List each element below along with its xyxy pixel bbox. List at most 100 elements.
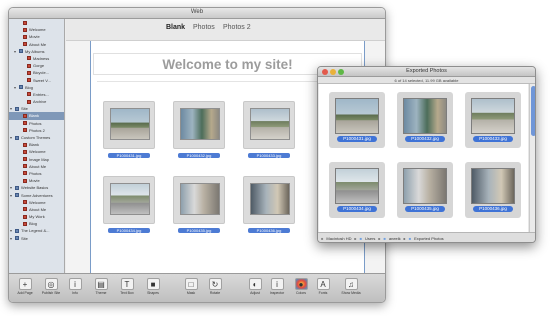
disclosure-triangle-icon[interactable]: ▾ — [10, 192, 12, 199]
sidebar-item[interactable]: Gorge — [9, 62, 64, 69]
sidebar-item[interactable]: Blank — [9, 141, 64, 148]
sidebar-item[interactable]: About Me — [9, 163, 64, 170]
sidebar-item-label: Sweet V... — [33, 77, 51, 83]
adjust-button[interactable]: ◐ Adjust — [245, 278, 265, 302]
photo-file[interactable]: P1000434.jpg — [329, 162, 385, 218]
photos-grid[interactable]: P1000431.jpg P1000432.jpg P1000433.jpg P100… — [319, 84, 528, 232]
page-icon — [23, 142, 27, 147]
path-segment[interactable]: Users — [365, 236, 375, 241]
photo-caption[interactable]: P1000431.jpg — [108, 153, 150, 158]
add-page-button[interactable]: + Add Page — [15, 278, 35, 302]
disclosure-triangle-icon[interactable]: ▾ — [10, 235, 12, 242]
path-segment[interactable]: aneelk — [389, 236, 401, 241]
sidebar-item[interactable]: Welcome — [9, 148, 64, 155]
photo-image — [180, 108, 220, 140]
toolbar-button-label: Shapes — [147, 291, 159, 295]
path-segment[interactable]: Macintosh HD — [326, 236, 351, 241]
sidebar-item[interactable]: Welcome — [9, 26, 64, 33]
sidebar-group[interactable]: ▾ Site — [9, 105, 64, 112]
photo-filename[interactable]: P1000433.jpg — [473, 136, 513, 142]
photo-placeholder[interactable]: P1000436.jpg — [243, 176, 295, 233]
exported-photos-window: Exported Photos 6 of 14 selected, 11.99 … — [317, 66, 536, 243]
mask-button[interactable]: □ Mask — [181, 278, 201, 302]
photo-placeholder[interactable]: P1000433.jpg — [243, 101, 295, 158]
sidebar-item[interactable]: Photos — [9, 120, 64, 127]
sidebar-item[interactable]: My Work — [9, 213, 64, 220]
photo-filename[interactable]: P1000431.jpg — [337, 136, 377, 142]
photo-file[interactable]: P1000433.jpg — [465, 92, 521, 148]
vertical-scrollbar[interactable] — [529, 84, 535, 232]
sidebar-item[interactable]: Movie — [9, 177, 64, 184]
tab-photos-2[interactable]: Photos 2 — [223, 24, 251, 31]
page-icon — [27, 92, 31, 97]
sidebar-item[interactable]: Madness — [9, 55, 64, 62]
sidebar-item[interactable]: Welcome — [9, 199, 64, 206]
sidebar-item[interactable]: Blank — [9, 112, 64, 120]
photo-file[interactable]: P1000436.jpg — [465, 162, 521, 218]
photo-caption[interactable]: P1000435.jpg — [178, 228, 220, 233]
photo-caption[interactable]: P1000433.jpg — [248, 153, 290, 158]
photo-file[interactable]: P1000431.jpg — [329, 92, 385, 148]
sidebar-group[interactable]: ▾ The Legend &... — [9, 227, 64, 234]
rotate-button[interactable]: ↻ Rotate — [205, 278, 225, 302]
photo-file[interactable]: P1000435.jpg — [397, 162, 453, 218]
photo-file[interactable]: P1000432.jpg — [397, 92, 453, 148]
show-media-button[interactable]: ♫ Show Media — [341, 278, 361, 302]
photo-placeholder[interactable]: P1000432.jpg — [173, 101, 225, 158]
shapes-button[interactable]: ■ Shapes — [143, 278, 163, 302]
photo-filename[interactable]: P1000432.jpg — [405, 136, 445, 142]
disclosure-triangle-icon[interactable]: ▾ — [10, 227, 12, 234]
sidebar-item[interactable]: Photos 2 — [9, 127, 64, 134]
photo-image — [180, 183, 220, 215]
photo-placeholder[interactable]: P1000431.jpg — [103, 101, 155, 158]
photo-filename[interactable]: P1000434.jpg — [337, 206, 377, 212]
tab-blank[interactable]: Blank — [166, 24, 185, 31]
disclosure-triangle-icon[interactable]: ▾ — [10, 134, 12, 141]
photo-filename[interactable]: P1000436.jpg — [473, 206, 513, 212]
text-box-button[interactable]: T Text Box — [117, 278, 137, 302]
sidebar-item[interactable]: About Me — [9, 41, 64, 48]
info-button[interactable]: i Info — [65, 278, 85, 302]
theme-button[interactable]: ▤ Theme — [91, 278, 111, 302]
photo-filename[interactable]: P1000435.jpg — [405, 206, 445, 212]
sidebar-group[interactable]: ▾ My Albums — [9, 48, 64, 55]
sidebar-item[interactable]: About Me — [9, 206, 64, 213]
sidebar-item[interactable]: Movie — [9, 33, 64, 40]
fonts-button[interactable]: A Fonts — [313, 278, 333, 302]
sidebar-item[interactable]: Image Map — [9, 156, 64, 163]
disclosure-triangle-icon[interactable]: ▾ — [10, 184, 12, 191]
scrollbar-thumb[interactable] — [531, 86, 535, 136]
photo-caption[interactable]: P1000436.jpg — [248, 228, 290, 233]
disclosure-triangle-icon[interactable]: ▾ — [14, 48, 16, 55]
tab-photos[interactable]: Photos — [193, 24, 215, 31]
sidebar-item[interactable]: Bicycle... — [9, 69, 64, 76]
sidebar-item[interactable]: Archive — [9, 98, 64, 105]
photo-caption[interactable]: P1000434.jpg — [108, 228, 150, 233]
sidebar-item-label: Blog — [29, 221, 38, 227]
sidebar-group[interactable]: ▾ Custom Themes — [9, 134, 64, 141]
publish-site-button[interactable]: ◎ Publish Site — [41, 278, 61, 302]
photo-caption[interactable]: P1000432.jpg — [178, 153, 220, 158]
photo-placeholder[interactable]: P1000435.jpg — [173, 176, 225, 233]
sidebar-group[interactable]: ▾ Blog — [9, 84, 64, 91]
sidebar-item[interactable]: Blog — [9, 220, 64, 227]
sidebar-item-label: Website Basics — [21, 185, 49, 191]
sidebar-item-label: About Me — [29, 41, 47, 47]
sidebar-group[interactable]: ▾ Site — [9, 235, 64, 242]
sidebar-item[interactable] — [9, 19, 64, 26]
site-organizer-sidebar[interactable]: Welcome Movie About Me ▾ My Albums Madness Gor… — [9, 19, 65, 273]
path-segment[interactable]: Exported Photos — [414, 236, 444, 241]
sidebar-item[interactable]: Entries... — [9, 91, 64, 98]
disclosure-triangle-icon[interactable]: ▾ — [14, 84, 16, 91]
sidebar-item[interactable]: Photos — [9, 170, 64, 177]
disclosure-triangle-icon[interactable]: ▾ — [10, 105, 12, 112]
sidebar-group[interactable]: ▾ Website Basics — [9, 184, 64, 191]
colors-button[interactable]: ● Colors — [291, 278, 311, 302]
sidebar-group[interactable]: ▾ Some Adventures — [9, 192, 64, 199]
folder-icon: ■ — [359, 236, 362, 241]
sidebar-item[interactable]: Sweet V... — [9, 77, 64, 84]
photo-placeholder[interactable]: P1000434.jpg — [103, 176, 155, 233]
sidebar-item-label: The Legend &... — [21, 228, 50, 234]
sidebar-item-label: Madness — [33, 55, 50, 61]
inspector-button[interactable]: i Inspector — [267, 278, 287, 302]
